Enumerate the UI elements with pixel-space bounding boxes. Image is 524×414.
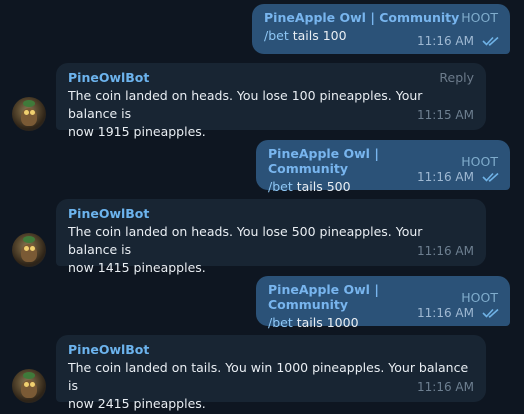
message-text: The coin landed on heads. You lose 500 p… <box>68 224 423 257</box>
message-text: tails 1000 <box>292 315 359 330</box>
outgoing-message[interactable]: PineApple Owl | Community HOOT /bet tail… <box>256 276 510 330</box>
reply-button[interactable]: Reply <box>439 69 474 87</box>
double-check-icon <box>482 172 499 182</box>
outgoing-message[interactable]: PineApple Owl | Community HOOT /bet tail… <box>256 140 510 194</box>
sender-tag: HOOT <box>461 289 498 305</box>
sender-name[interactable]: PineOwlBot <box>68 341 149 359</box>
bot-command-link[interactable]: /bet <box>268 315 293 330</box>
message-time: 11:16 AM <box>417 306 474 320</box>
sender-tag: HOOT <box>461 153 498 169</box>
sender-tag: HOOT <box>461 10 498 25</box>
bot-command-link[interactable]: /bet <box>268 179 293 194</box>
incoming-message[interactable]: PineOwlBot The coin landed on tails. You… <box>56 335 486 411</box>
message-text: now 2415 pineapples. <box>68 396 206 411</box>
message-text: now 1915 pineapples. <box>68 124 206 139</box>
sender-name[interactable]: PineOwlBot <box>68 205 149 223</box>
message-time: 11:16 AM <box>417 34 474 48</box>
bot-command-link[interactable]: /bet <box>264 28 289 43</box>
message-time: 11:16 AM <box>417 380 474 394</box>
chat-history[interactable]: PineApple Owl | Community HOOT /bet tail… <box>0 0 524 414</box>
message-time: 11:16 AM <box>417 170 474 184</box>
incoming-message[interactable]: PineOwlBot The coin landed on heads. You… <box>56 199 486 275</box>
owl-avatar-icon[interactable] <box>12 233 46 267</box>
message-time: 11:15 AM <box>417 108 474 122</box>
owl-avatar-icon[interactable] <box>12 369 46 403</box>
message-time: 11:16 AM <box>417 244 474 258</box>
owl-avatar-icon[interactable] <box>12 97 46 131</box>
sender-name[interactable]: PineApple Owl | Community <box>264 10 459 25</box>
message-text: The coin landed on heads. You lose 100 p… <box>68 88 423 121</box>
double-check-icon <box>482 36 499 46</box>
double-check-icon <box>482 308 499 318</box>
incoming-message[interactable]: PineOwlBot Reply The coin landed on head… <box>56 63 486 139</box>
outgoing-message[interactable]: PineApple Owl | Community HOOT /bet tail… <box>252 4 510 54</box>
message-text: now 1415 pineapples. <box>68 260 206 275</box>
message-text: tails 100 <box>288 28 347 43</box>
sender-name[interactable]: PineOwlBot <box>68 69 149 87</box>
message-text: The coin landed on tails. You win 1000 p… <box>68 360 469 393</box>
message-text: tails 500 <box>292 179 351 194</box>
